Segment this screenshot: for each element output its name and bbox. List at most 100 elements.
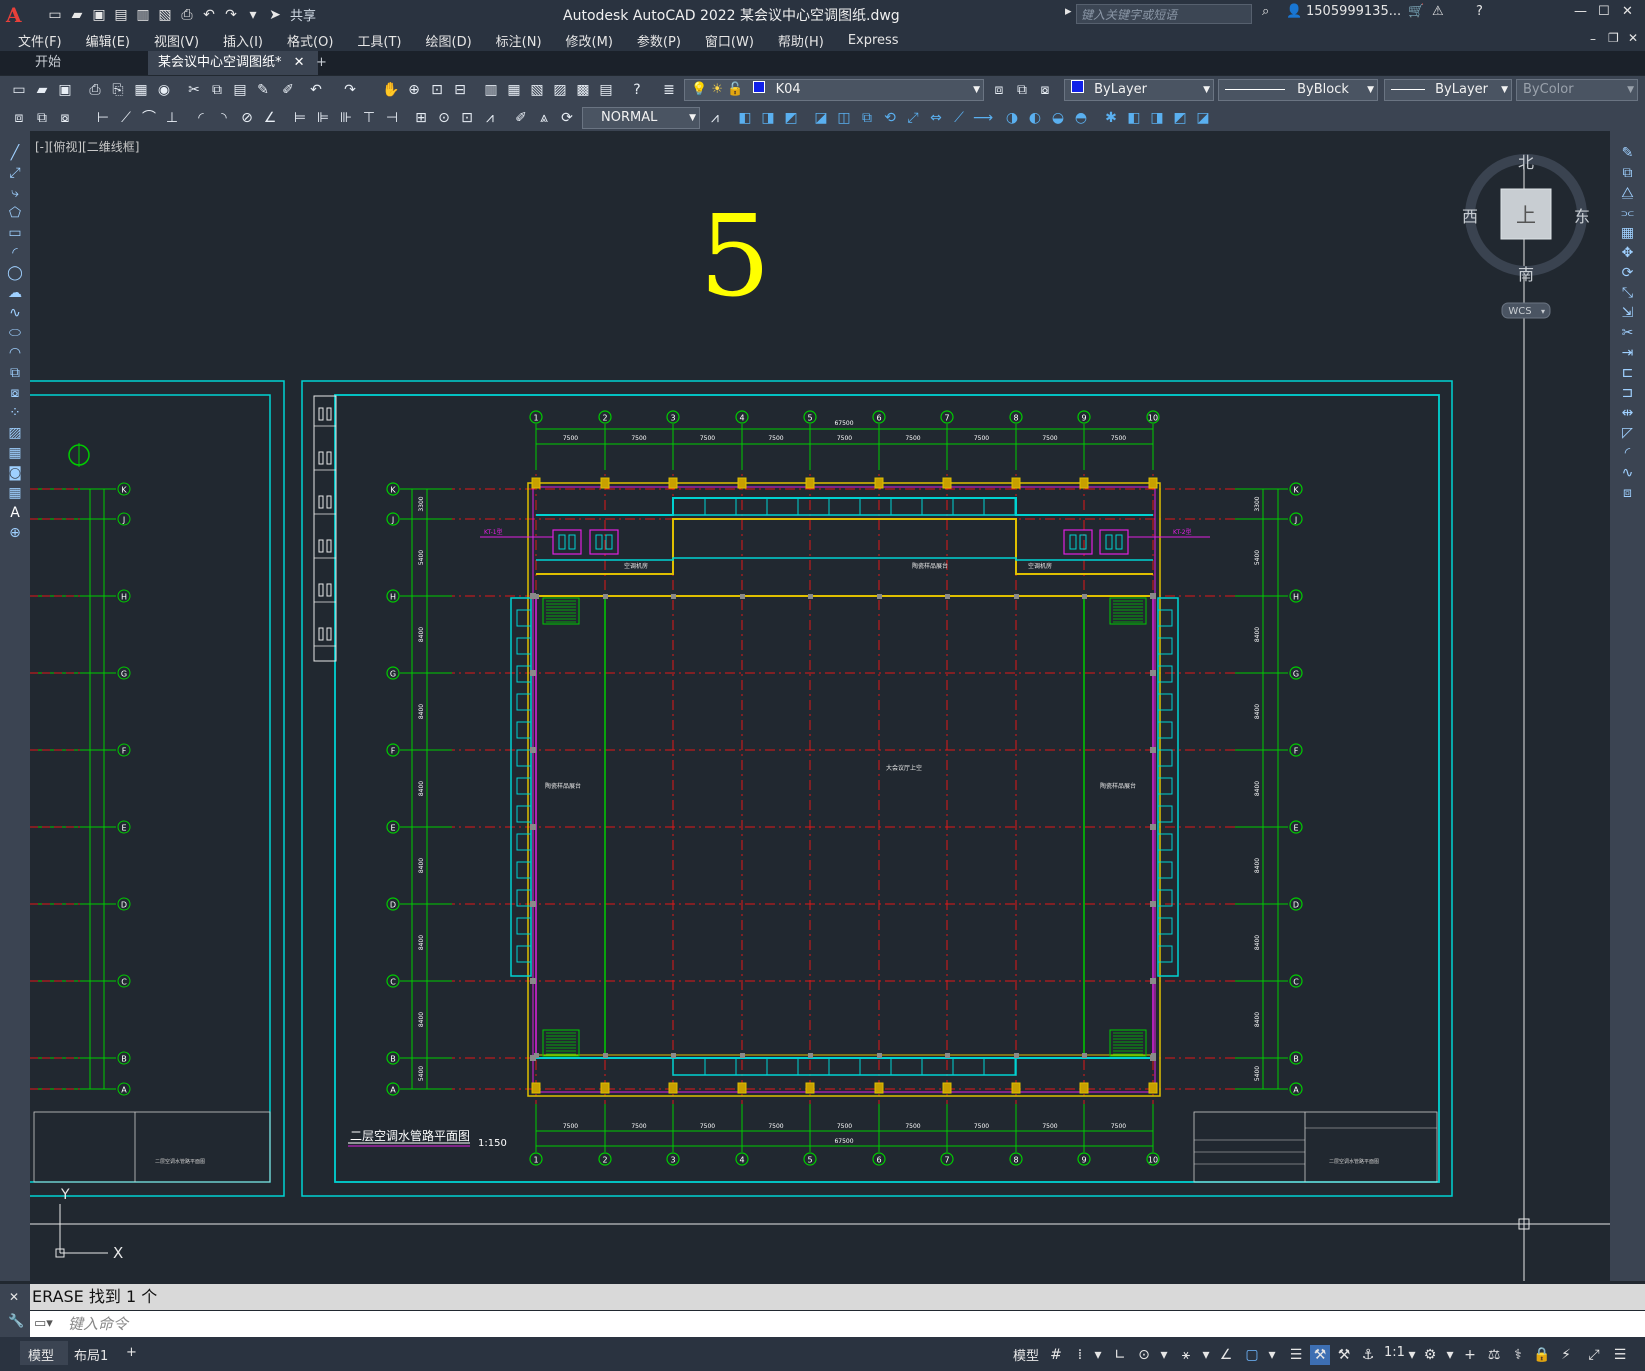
revcloud-icon[interactable]: ☁	[8, 285, 22, 301]
text-icon[interactable]: A	[10, 505, 20, 521]
arc-length-icon[interactable]: ⌒	[140, 109, 158, 127]
trim-icon[interactable]: ⟋	[950, 109, 968, 127]
command-input[interactable]: ▭▾ 键入命令	[30, 1311, 1645, 1337]
stretch-icon[interactable]: ⇲	[1622, 305, 1634, 321]
search-input[interactable]: 键入关键字或短语	[1076, 4, 1252, 24]
publish-icon[interactable]: ▦	[132, 81, 150, 99]
radius-dim-icon[interactable]: ◜	[192, 109, 210, 127]
copy-icon[interactable]: ⧉	[208, 81, 226, 99]
command-bar-handle[interactable]: ✕ 🔧	[0, 1284, 30, 1337]
redo-icon[interactable]: ↷	[341, 81, 359, 99]
blend-curves-icon[interactable]: ∿	[1622, 465, 1634, 481]
grid-icon[interactable]: #	[1046, 1345, 1066, 1365]
break-icon[interactable]: ⊐	[1622, 385, 1634, 401]
lock-ui-icon[interactable]: 🔒	[1532, 1345, 1552, 1365]
open-icon[interactable]: ▰	[33, 81, 51, 99]
erase-icon[interactable]: ✎	[1622, 145, 1634, 161]
calculator-icon[interactable]: ▤	[597, 81, 615, 99]
paste-icon[interactable]: ▤	[231, 81, 249, 99]
angular-dim-icon[interactable]: ∠	[261, 109, 279, 127]
make-current-layer-icon[interactable]: ⧈	[990, 81, 1008, 99]
add-selected-icon[interactable]: ⊕	[9, 525, 21, 541]
menu-dimension[interactable]: 标注(N)	[496, 31, 542, 50]
mirror-icon[interactable]: ◩	[782, 109, 800, 127]
viewcube-north[interactable]: 北	[1518, 153, 1534, 172]
workspace-gear-icon[interactable]: ⚙	[1420, 1345, 1440, 1365]
doc-minimize-icon[interactable]: –	[1590, 32, 1596, 46]
tab-start[interactable]: 开始	[25, 51, 71, 75]
fillet-icon[interactable]: ◜	[1625, 445, 1630, 461]
cut-icon[interactable]: ✂	[185, 81, 203, 99]
zoom-window-icon[interactable]: ⊡	[428, 81, 446, 99]
layer-states-icon[interactable]: ⧇	[1036, 81, 1054, 99]
undo-icon[interactable]: ↶	[200, 6, 218, 24]
menu-modify[interactable]: 修改(M)	[566, 31, 613, 50]
explode-icon[interactable]: ✱	[1102, 109, 1120, 127]
insert-block-icon[interactable]: ⧉	[10, 365, 20, 381]
ungroup-icon[interactable]: ⧇	[56, 109, 74, 127]
annotation-visibility-icon[interactable]: ⚒	[1310, 1345, 1330, 1365]
polyline-icon[interactable]: ⤷	[11, 185, 19, 201]
chevron-down-icon[interactable]: ▾	[1440, 1345, 1460, 1365]
viewcube-east[interactable]: 东	[1574, 207, 1590, 226]
dim-text-edit-icon[interactable]: ⩓	[535, 109, 553, 127]
dimstyle-dropdown[interactable]: NORMAL ▼	[582, 107, 700, 129]
rotate-icon[interactable]: ⟳	[1622, 265, 1634, 281]
user-icon[interactable]: 👤	[1286, 4, 1302, 19]
jogged-dim-icon[interactable]: ◝	[215, 109, 233, 127]
continue-dim-icon[interactable]: ⊪	[337, 109, 355, 127]
table-icon[interactable]: ▦	[8, 485, 21, 501]
menu-express[interactable]: Express	[848, 33, 899, 48]
move-icon[interactable]: ✥	[1622, 245, 1634, 261]
layer-dropdown[interactable]: 💡 ☀ 🔓 K04 ▼	[684, 79, 984, 101]
polar-icon[interactable]: ⊙	[1134, 1345, 1154, 1365]
blend-icon[interactable]: ◧	[1125, 109, 1143, 127]
properties-icon[interactable]: ▥	[482, 81, 500, 99]
snap-icon[interactable]: ⁞	[1070, 1345, 1090, 1365]
lineweight-dropdown[interactable]: ByLayer ▼	[1384, 79, 1512, 101]
autocad-logo-icon[interactable]: A	[6, 4, 28, 26]
3d-print-icon[interactable]: ◉	[155, 81, 173, 99]
scale-icon[interactable]: ⤢	[904, 109, 922, 127]
quick-dim-icon[interactable]: ⊨	[291, 109, 309, 127]
close-icon[interactable]: ✕	[9, 1290, 19, 1304]
scale-icon[interactable]: ⤡	[1622, 285, 1633, 301]
array-icon[interactable]: ◫	[835, 109, 853, 127]
linear-dim-icon[interactable]: ⊢	[94, 109, 112, 127]
doc-close-icon[interactable]: ✕	[1628, 31, 1638, 45]
ellipse-icon[interactable]: ⬭	[9, 325, 21, 341]
menu-file[interactable]: 文件(F)	[18, 31, 62, 50]
erase-icon[interactable]: ◧	[736, 109, 754, 127]
chevron-down-icon[interactable]: ▾	[1262, 1345, 1282, 1365]
tab-drawing[interactable]: 某会议中心空调图纸* ✕	[148, 51, 318, 75]
quick-properties-icon[interactable]: ⚕	[1508, 1345, 1528, 1365]
circle-icon[interactable]: ◯	[7, 265, 23, 281]
plot-preview-icon[interactable]: ⎘	[109, 81, 127, 99]
inspection-icon[interactable]: ⊡	[458, 109, 476, 127]
lineweight-icon[interactable]: ☰	[1286, 1345, 1306, 1365]
extend-icon[interactable]: ⟶	[973, 109, 993, 127]
mirror-icon[interactable]: ⧋	[1621, 185, 1634, 201]
close-icon[interactable]: ✕	[1622, 4, 1633, 19]
wrench-icon[interactable]: 🔧	[8, 1314, 24, 1329]
user-name[interactable]: 1505999135...	[1306, 4, 1401, 19]
tool-palettes-icon[interactable]: ▧	[528, 81, 546, 99]
new-icon[interactable]: ▭	[10, 81, 28, 99]
tab-layout1[interactable]: 布局1	[74, 1345, 108, 1364]
zoom-previous-icon[interactable]: ⊟	[451, 81, 469, 99]
chevron-down-icon[interactable]: ▾	[1402, 1345, 1422, 1365]
make-block-icon[interactable]: ⧇	[11, 385, 20, 401]
group-icon[interactable]: ⧉	[33, 109, 51, 127]
tab-close-icon[interactable]: ✕	[294, 55, 305, 70]
clean-screen-icon[interactable]: ⤢	[1584, 1345, 1604, 1365]
zoom-realtime-icon[interactable]: ⊕	[405, 81, 423, 99]
drawing-canvas[interactable]: [-][俯视][二维线框] 5 K J H G F E D C B A 二层空调水管路平面图 KT…	[30, 131, 1610, 1281]
plot-icon[interactable]: ⎙	[86, 81, 104, 99]
markup-icon[interactable]: ▩	[574, 81, 592, 99]
trim-icon[interactable]: ✂	[1622, 325, 1634, 341]
save-icon[interactable]: ▣	[56, 81, 74, 99]
design-center-icon[interactable]: ▦	[505, 81, 523, 99]
add-layout-button[interactable]: +	[126, 1345, 137, 1360]
ellipse-arc-icon[interactable]: ◠	[9, 345, 21, 361]
minimize-icon[interactable]: —	[1574, 4, 1587, 19]
